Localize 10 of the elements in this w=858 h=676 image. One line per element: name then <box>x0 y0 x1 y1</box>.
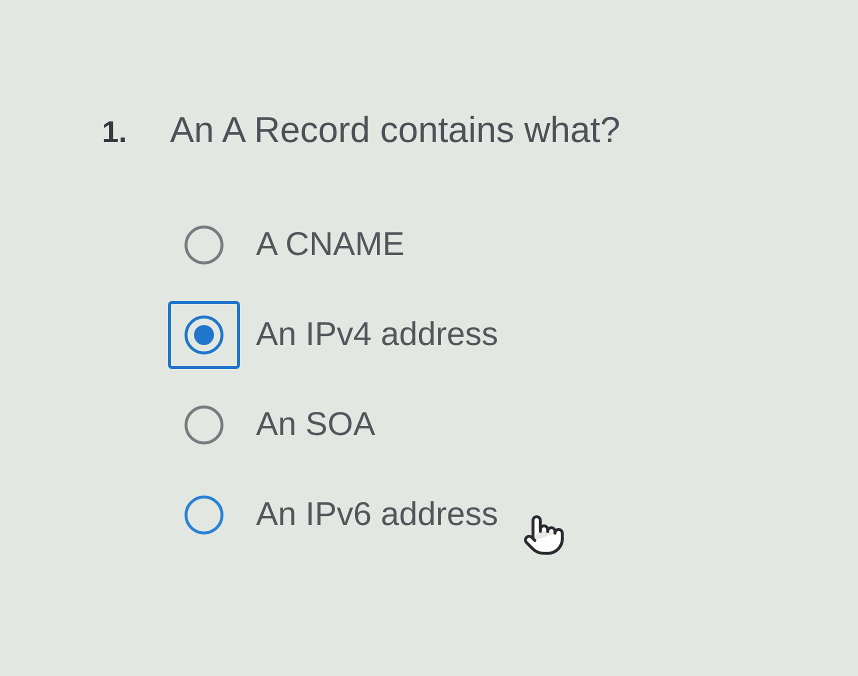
option-label[interactable]: A CNAME <box>256 225 405 262</box>
question-text: An A Record contains what? <box>170 112 620 148</box>
radio-button[interactable] <box>184 495 224 535</box>
option-label[interactable]: An SOA <box>256 405 376 442</box>
radio-button[interactable] <box>184 225 224 265</box>
option-label[interactable]: An IPv4 address <box>256 315 498 352</box>
radio-button[interactable] <box>184 315 224 355</box>
question-number: 1. <box>102 118 128 148</box>
option-label[interactable]: An IPv6 address <box>256 495 498 532</box>
radio-button[interactable] <box>184 405 224 445</box>
